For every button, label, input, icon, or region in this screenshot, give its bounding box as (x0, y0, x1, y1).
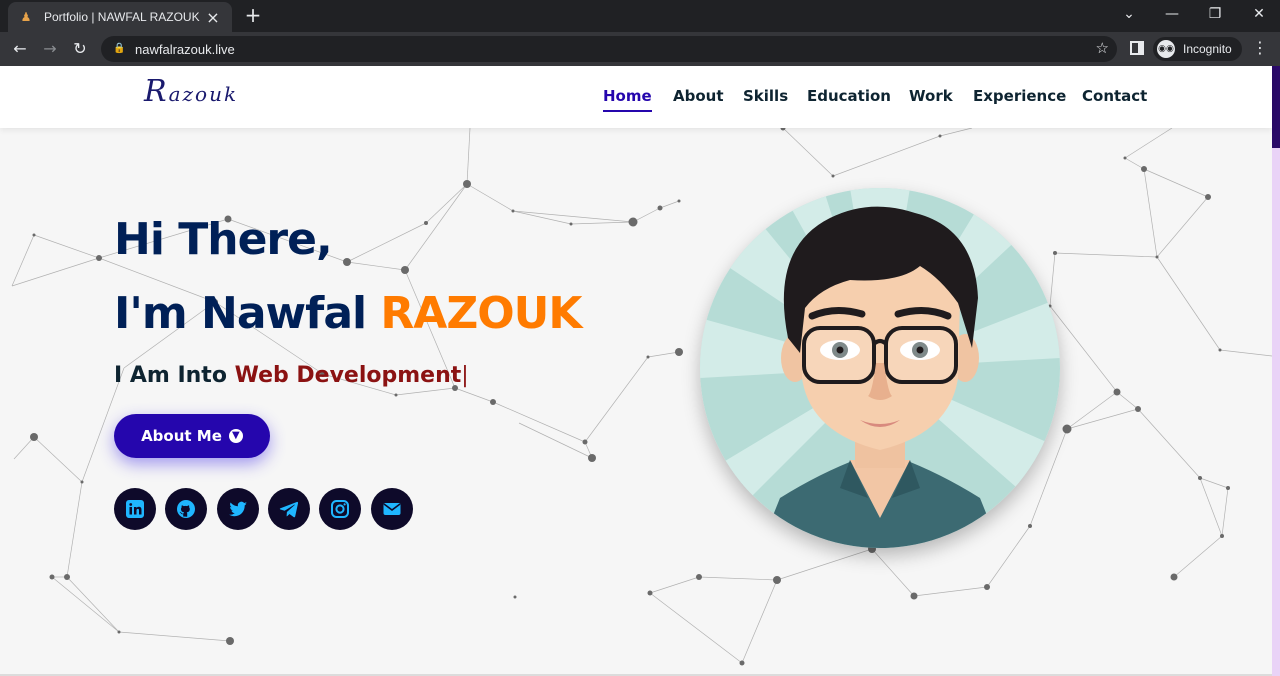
nav-contact[interactable]: Contact (1082, 87, 1147, 105)
nav-work[interactable]: Work (909, 87, 953, 105)
nav-education[interactable]: Education (807, 87, 891, 105)
bookmark-star-icon[interactable]: ☆ (1096, 39, 1109, 57)
incognito-icon: ◉◉ (1157, 40, 1175, 58)
avatar-illustration (700, 188, 1060, 548)
email-link[interactable] (371, 488, 413, 530)
hero-section: Hi There, I'm Nawfal RAZOUK I Am Into We… (0, 66, 1272, 676)
arrow-down-circle-icon: ▼ (228, 429, 243, 443)
telegram-link[interactable] (268, 488, 310, 530)
typing-prefix: I Am Into (114, 363, 235, 388)
forward-button[interactable]: → (39, 38, 61, 60)
tab-title: Portfolio | NAWFAL RAZOUK (44, 10, 200, 24)
hero-name: I'm Nawfal RAZOUK (114, 288, 582, 339)
typing-caret: | (461, 363, 469, 388)
linkedin-icon (126, 500, 144, 518)
minimize-button[interactable]: — (1157, 4, 1187, 24)
incognito-label: Incognito (1183, 42, 1232, 56)
twitter-icon (229, 501, 247, 517)
nav-home[interactable]: Home (603, 87, 652, 112)
hero-surname: RAZOUK (380, 288, 582, 339)
browser-tab[interactable]: ♟ Portfolio | NAWFAL RAZOUK × (8, 2, 232, 32)
logo-initial: R (144, 74, 169, 109)
scrollbar-thumb[interactable] (1272, 66, 1280, 148)
github-icon (177, 500, 195, 518)
about-me-label: About Me (141, 427, 222, 445)
nav-experience[interactable]: Experience (973, 87, 1066, 105)
address-bar[interactable]: 🔒 nawfalrazouk.live ☆ (101, 36, 1117, 62)
telegram-icon (279, 501, 299, 518)
typing-text: I Am Into Web Development| (114, 363, 469, 388)
typing-role: Web Development (234, 363, 462, 388)
site-header: Razouk Home About Skills Education Work … (0, 66, 1272, 128)
nav-skills[interactable]: Skills (743, 87, 788, 105)
back-button[interactable]: ← (9, 38, 31, 60)
envelope-icon (383, 503, 401, 515)
browser-toolbar: ← → ↻ 🔒 nawfalrazouk.live ☆ ◉◉ Incognito… (0, 32, 1280, 66)
url-text[interactable]: nawfalrazouk.live (135, 42, 235, 57)
instagram-icon (331, 500, 349, 518)
incognito-indicator[interactable]: ◉◉ Incognito (1153, 37, 1242, 61)
page-scrollbar[interactable] (1272, 66, 1280, 676)
linkedin-link[interactable] (114, 488, 156, 530)
github-link[interactable] (165, 488, 207, 530)
lock-icon[interactable]: 🔒 (113, 43, 125, 55)
close-tab-icon[interactable]: × (204, 8, 222, 27)
hero-greeting: Hi There, (114, 214, 333, 265)
nav-about[interactable]: About (673, 87, 724, 105)
close-window-button[interactable]: ✕ (1244, 4, 1274, 24)
hero-name-prefix: I'm Nawfal (114, 288, 381, 339)
logo-rest: azouk (168, 82, 239, 106)
browser-menu-icon[interactable]: ⋮ (1252, 38, 1268, 57)
instagram-link[interactable] (319, 488, 361, 530)
about-me-button[interactable]: About Me ▼ (114, 414, 270, 458)
page-viewport: Razouk Home About Skills Education Work … (0, 66, 1280, 676)
reload-button[interactable]: ↻ (69, 38, 91, 60)
site-logo[interactable]: Razouk (144, 74, 238, 109)
browser-tabstrip: ♟ Portfolio | NAWFAL RAZOUK × + ⌄ — ❐ ✕ (0, 0, 1280, 32)
new-tab-button[interactable]: + (242, 4, 264, 26)
side-panel-icon[interactable] (1130, 41, 1144, 55)
twitter-link[interactable] (217, 488, 259, 530)
restore-button[interactable]: ❐ (1200, 4, 1230, 24)
tab-search-icon[interactable]: ⌄ (1114, 4, 1144, 24)
profile-avatar (700, 188, 1060, 548)
favicon-icon: ♟ (20, 10, 32, 24)
